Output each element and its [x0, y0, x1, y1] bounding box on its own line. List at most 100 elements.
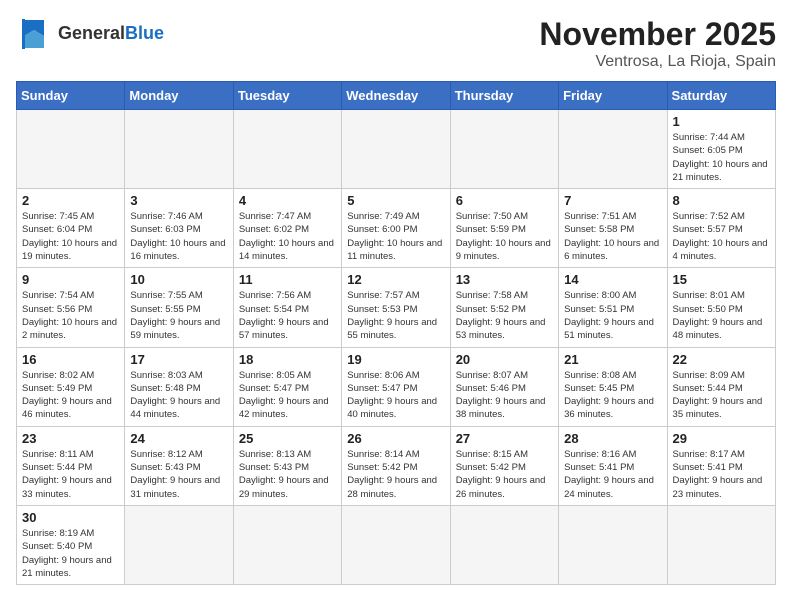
calendar-cell: 22 Sunrise: 8:09 AM Sunset: 5:44 PM Dayli… — [667, 347, 775, 426]
calendar-cell: 17 Sunrise: 8:03 AM Sunset: 5:48 PM Dayli… — [125, 347, 233, 426]
calendar-cell: 11 Sunrise: 7:56 AM Sunset: 5:54 PM Dayli… — [233, 268, 341, 347]
day-info: Sunrise: 8:17 AM Sunset: 5:41 PM Dayligh… — [673, 448, 770, 501]
calendar-cell — [17, 110, 125, 189]
day-info: Sunrise: 8:15 AM Sunset: 5:42 PM Dayligh… — [456, 448, 553, 501]
day-number: 29 — [673, 431, 770, 446]
calendar-cell: 24Sunrise: 8:12 AM Sunset: 5:43 PM Dayli… — [125, 426, 233, 505]
weekday-header-wednesday: Wednesday — [342, 82, 450, 110]
day-info: Sunrise: 8:13 AM Sunset: 5:43 PM Dayligh… — [239, 448, 336, 501]
calendar-cell: 28 Sunrise: 8:16 AM Sunset: 5:41 PM Dayli… — [559, 426, 667, 505]
day-info: Sunrise: 8:06 AM Sunset: 5:47 PM Dayligh… — [347, 369, 444, 422]
day-info: Sunrise: 7:51 AM Sunset: 5:58 PM Dayligh… — [564, 210, 661, 263]
calendar-cell: 9Sunrise: 7:54 AM Sunset: 5:56 PM Daylig… — [17, 268, 125, 347]
calendar-cell — [450, 505, 558, 584]
day-info: Sunrise: 8:19 AM Sunset: 5:40 PM Dayligh… — [22, 527, 119, 580]
day-number: 18 — [239, 352, 336, 367]
week-row-6: 30 Sunrise: 8:19 AM Sunset: 5:40 PM Dayli… — [17, 505, 776, 584]
day-info: Sunrise: 7:56 AM Sunset: 5:54 PM Dayligh… — [239, 289, 336, 342]
calendar-cell: 29 Sunrise: 8:17 AM Sunset: 5:41 PM Dayli… — [667, 426, 775, 505]
day-number: 27 — [456, 431, 553, 446]
calendar-subtitle: Ventrosa, La Rioja, Spain — [539, 53, 776, 71]
day-info: Sunrise: 8:00 AM Sunset: 5:51 PM Dayligh… — [564, 289, 661, 342]
calendar-cell: 15 Sunrise: 8:01 AM Sunset: 5:50 PM Dayli… — [667, 268, 775, 347]
calendar-cell: 18Sunrise: 8:05 AM Sunset: 5:47 PM Dayli… — [233, 347, 341, 426]
day-number: 23 — [22, 431, 119, 446]
day-number: 28 — [564, 431, 661, 446]
day-info: Sunrise: 7:45 AM Sunset: 6:04 PM Dayligh… — [22, 210, 119, 263]
calendar-cell: 3 Sunrise: 7:46 AM Sunset: 6:03 PM Daylig… — [125, 189, 233, 268]
day-info: Sunrise: 7:49 AM Sunset: 6:00 PM Dayligh… — [347, 210, 444, 263]
week-row-5: 23 Sunrise: 8:11 AM Sunset: 5:44 PM Dayli… — [17, 426, 776, 505]
calendar-cell — [667, 505, 775, 584]
calendar-cell — [342, 110, 450, 189]
day-number: 7 — [564, 193, 661, 208]
calendar-cell: 25 Sunrise: 8:13 AM Sunset: 5:43 PM Dayli… — [233, 426, 341, 505]
weekday-header-monday: Monday — [125, 82, 233, 110]
calendar-table: SundayMondayTuesdayWednesdayThursdayFrid… — [16, 81, 776, 585]
title-block: November 2025 Ventrosa, La Rioja, Spain — [539, 16, 776, 71]
calendar-cell: 21 Sunrise: 8:08 AM Sunset: 5:45 PM Dayli… — [559, 347, 667, 426]
day-info: Sunrise: 8:03 AM Sunset: 5:48 PM Dayligh… — [130, 369, 227, 422]
calendar-cell: 7 Sunrise: 7:51 AM Sunset: 5:58 PM Daylig… — [559, 189, 667, 268]
day-number: 24 — [130, 431, 227, 446]
day-info: Sunrise: 7:52 AM Sunset: 5:57 PM Dayligh… — [673, 210, 770, 263]
calendar-cell — [125, 505, 233, 584]
calendar-cell: 10Sunrise: 7:55 AM Sunset: 5:55 PM Dayli… — [125, 268, 233, 347]
day-number: 8 — [673, 193, 770, 208]
day-number: 17 — [130, 352, 227, 367]
day-info: Sunrise: 8:11 AM Sunset: 5:44 PM Dayligh… — [22, 448, 119, 501]
day-info: Sunrise: 8:01 AM Sunset: 5:50 PM Dayligh… — [673, 289, 770, 342]
day-number: 3 — [130, 193, 227, 208]
day-number: 22 — [673, 352, 770, 367]
day-info: Sunrise: 7:50 AM Sunset: 5:59 PM Dayligh… — [456, 210, 553, 263]
calendar-cell: 19 Sunrise: 8:06 AM Sunset: 5:47 PM Dayli… — [342, 347, 450, 426]
logo: GeneralBlue — [16, 16, 164, 52]
day-number: 11 — [239, 272, 336, 287]
day-number: 20 — [456, 352, 553, 367]
weekday-header-saturday: Saturday — [667, 82, 775, 110]
calendar-cell: 2Sunrise: 7:45 AM Sunset: 6:04 PM Daylig… — [17, 189, 125, 268]
weekday-header-friday: Friday — [559, 82, 667, 110]
day-info: Sunrise: 8:16 AM Sunset: 5:41 PM Dayligh… — [564, 448, 661, 501]
calendar-cell: 20 Sunrise: 8:07 AM Sunset: 5:46 PM Dayli… — [450, 347, 558, 426]
weekday-header-sunday: Sunday — [17, 82, 125, 110]
day-info: Sunrise: 8:09 AM Sunset: 5:44 PM Dayligh… — [673, 369, 770, 422]
week-row-4: 16Sunrise: 8:02 AM Sunset: 5:49 PM Dayli… — [17, 347, 776, 426]
calendar-cell: 5Sunrise: 7:49 AM Sunset: 6:00 PM Daylig… — [342, 189, 450, 268]
calendar-cell: 16Sunrise: 8:02 AM Sunset: 5:49 PM Dayli… — [17, 347, 125, 426]
calendar-cell — [125, 110, 233, 189]
week-row-2: 2Sunrise: 7:45 AM Sunset: 6:04 PM Daylig… — [17, 189, 776, 268]
weekday-header-row: SundayMondayTuesdayWednesdayThursdayFrid… — [17, 82, 776, 110]
week-row-3: 9Sunrise: 7:54 AM Sunset: 5:56 PM Daylig… — [17, 268, 776, 347]
day-info: Sunrise: 8:02 AM Sunset: 5:49 PM Dayligh… — [22, 369, 119, 422]
header: GeneralBlue November 2025 Ventrosa, La R… — [16, 16, 776, 71]
calendar-cell: 30 Sunrise: 8:19 AM Sunset: 5:40 PM Dayli… — [17, 505, 125, 584]
day-info: Sunrise: 8:07 AM Sunset: 5:46 PM Dayligh… — [456, 369, 553, 422]
day-number: 21 — [564, 352, 661, 367]
calendar-cell: 1Sunrise: 7:44 AM Sunset: 6:05 PM Daylig… — [667, 110, 775, 189]
day-number: 19 — [347, 352, 444, 367]
day-number: 25 — [239, 431, 336, 446]
calendar-cell: 8 Sunrise: 7:52 AM Sunset: 5:57 PM Daylig… — [667, 189, 775, 268]
weekday-header-thursday: Thursday — [450, 82, 558, 110]
day-info: Sunrise: 7:57 AM Sunset: 5:53 PM Dayligh… — [347, 289, 444, 342]
week-row-1: 1Sunrise: 7:44 AM Sunset: 6:05 PM Daylig… — [17, 110, 776, 189]
calendar-title: November 2025 — [539, 16, 776, 53]
day-number: 30 — [22, 510, 119, 525]
day-number: 15 — [673, 272, 770, 287]
day-number: 10 — [130, 272, 227, 287]
day-info: Sunrise: 7:46 AM Sunset: 6:03 PM Dayligh… — [130, 210, 227, 263]
day-number: 12 — [347, 272, 444, 287]
calendar-cell: 6Sunrise: 7:50 AM Sunset: 5:59 PM Daylig… — [450, 189, 558, 268]
day-number: 9 — [22, 272, 119, 287]
day-number: 26 — [347, 431, 444, 446]
day-info: Sunrise: 8:08 AM Sunset: 5:45 PM Dayligh… — [564, 369, 661, 422]
calendar-cell: 14Sunrise: 8:00 AM Sunset: 5:51 PM Dayli… — [559, 268, 667, 347]
weekday-header-tuesday: Tuesday — [233, 82, 341, 110]
day-info: Sunrise: 7:47 AM Sunset: 6:02 PM Dayligh… — [239, 210, 336, 263]
calendar-cell — [559, 505, 667, 584]
day-info: Sunrise: 8:14 AM Sunset: 5:42 PM Dayligh… — [347, 448, 444, 501]
calendar-cell: 23 Sunrise: 8:11 AM Sunset: 5:44 PM Dayli… — [17, 426, 125, 505]
day-number: 1 — [673, 114, 770, 129]
logo-text: GeneralBlue — [58, 24, 164, 44]
